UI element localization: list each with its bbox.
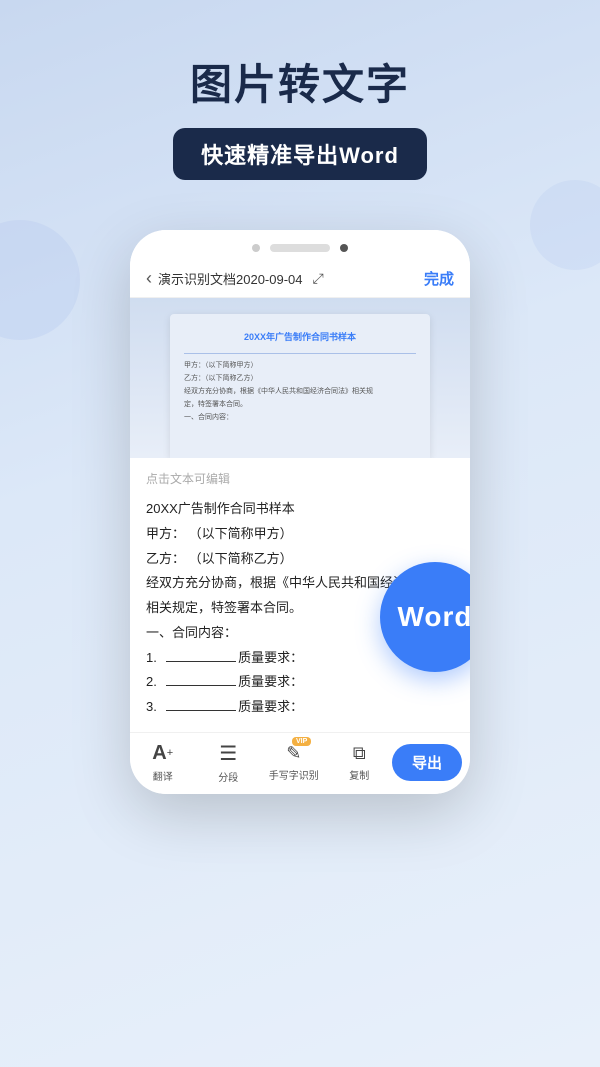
export-button[interactable]: 导出 (392, 744, 462, 781)
content-line-2[interactable]: 甲方： （以下简称甲方） (146, 522, 454, 547)
copy-icon-wrapper: ⧉ (353, 743, 366, 764)
translate-icon: A (152, 742, 166, 765)
translate-label: 翻译 (153, 768, 173, 783)
doc-sheet: 20XX年广告制作合同书样本 甲方：（以下简称甲方） 乙方：（以下简称乙方） 经… (170, 314, 430, 458)
phone-mockup: ‹ 演示识别文档2020-09-04 ⤢ 完成 20XX年广告制作合同书样本 甲… (130, 230, 470, 793)
doc-divider (184, 353, 416, 354)
doc-line-1: 甲方：（以下简称甲方） (184, 360, 416, 370)
tool-segment[interactable]: ☰ 分段 (196, 741, 262, 784)
tool-translate[interactable]: A+ 翻译 (130, 742, 196, 783)
nav-title: 演示识别文档2020-09-04 (158, 269, 303, 288)
handwrite-icon: ✎ (286, 743, 301, 764)
doc-line-4: 定，特签署本合同。 (184, 399, 416, 409)
copy-label: 复制 (349, 767, 369, 782)
segment-icon: ☰ (219, 741, 237, 766)
back-arrow-icon[interactable]: ‹ (146, 268, 152, 289)
copy-icon: ⧉ (353, 743, 366, 764)
translate-icon-wrapper: A+ (152, 742, 173, 765)
phone-dot-left (252, 244, 260, 252)
sub-title: 快速精准导出Word (201, 143, 399, 168)
tool-copy[interactable]: ⧉ 复制 (327, 743, 393, 782)
doc-line-3: 经双方充分协商，根据《中华人民共和国经济合同法》相关规 (184, 386, 416, 396)
phone-dot-right (340, 244, 348, 252)
doc-heading: 20XX年广告制作合同书样本 (184, 330, 416, 343)
editable-hint: 点击文本可编辑 (146, 470, 454, 487)
handwrite-label: 手写字识别 (269, 767, 319, 782)
doc-line-5: 一、合同内容： (184, 412, 416, 422)
doc-preview: 20XX年广告制作合同书样本 甲方：（以下简称甲方） 乙方：（以下简称乙方） 经… (130, 298, 470, 458)
segment-label: 分段 (218, 769, 238, 784)
phone-speaker (270, 244, 330, 252)
done-button[interactable]: 完成 (424, 268, 454, 289)
vip-badge: VIP (292, 737, 311, 746)
phone-nav: ‹ 演示识别文档2020-09-04 ⤢ 完成 (130, 260, 470, 298)
header: 图片转文字 快速精准导出Word (0, 0, 600, 200)
doc-line-2: 乙方：（以下简称乙方） (184, 373, 416, 383)
segment-icon-wrapper: ☰ (219, 741, 237, 766)
phone-top-bar (130, 230, 470, 260)
word-badge-text: Word (397, 601, 470, 633)
translate-icon-plus: + (167, 747, 173, 759)
export-icon[interactable]: ⤢ (313, 270, 324, 287)
content-line-1[interactable]: 20XX广告制作合同书样本 (146, 497, 454, 522)
nav-left: ‹ 演示识别文档2020-09-04 ⤢ (146, 268, 324, 289)
phone-wrapper: ‹ 演示识别文档2020-09-04 ⤢ 完成 20XX年广告制作合同书样本 甲… (0, 230, 600, 793)
content-line-8[interactable]: 2. 质量要求： (146, 670, 454, 695)
handwrite-icon-wrapper: ✎ VIP (286, 743, 301, 764)
tool-handwrite[interactable]: ✎ VIP 手写字识别 (261, 743, 327, 782)
toolbar: A+ 翻译 ☰ 分段 ✎ VIP 手写字识别 ⧉ (130, 732, 470, 794)
main-title: 图片转文字 (0, 60, 600, 110)
content-line-9[interactable]: 3. 质量要求： (146, 695, 454, 720)
sub-title-box: 快速精准导出Word (173, 128, 427, 180)
